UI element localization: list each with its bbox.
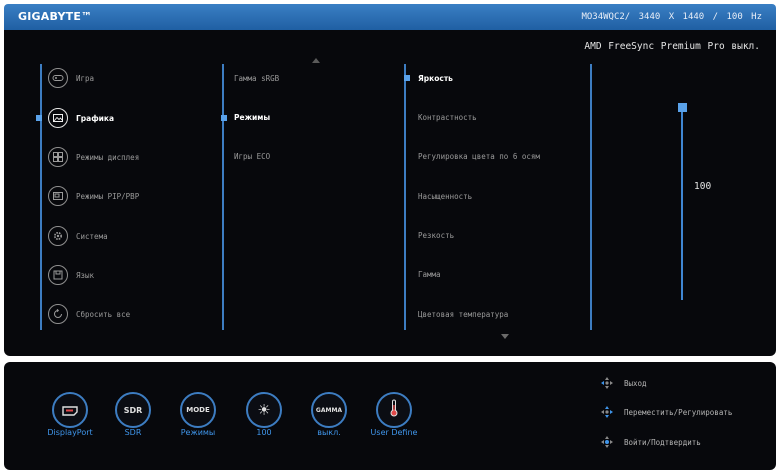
menu-item-label: Графика — [76, 113, 115, 123]
menu-item-game[interactable]: Игра — [48, 66, 94, 90]
column-divider — [404, 64, 406, 330]
setting-6axis-color[interactable]: Регулировка цвета по 6 осям — [418, 152, 540, 161]
mode-icon: MODE — [186, 406, 210, 414]
selection-marker — [404, 75, 410, 81]
picture-icon — [48, 108, 68, 128]
brightness-button[interactable]: ☀ — [246, 392, 282, 428]
menu-item-label: Сбросить все — [76, 309, 131, 319]
menu-item-language[interactable]: Язык — [48, 263, 94, 287]
displayport-button[interactable] — [52, 392, 88, 428]
mode-button[interactable]: MODE — [180, 392, 216, 428]
column-divider — [40, 64, 42, 330]
display-mode-icon — [48, 147, 68, 167]
joystick-left-icon — [601, 377, 613, 389]
gamepad-icon — [48, 68, 68, 88]
floppy-icon — [48, 265, 68, 285]
menu-item-label: Система — [76, 231, 108, 241]
color-temp-button[interactable] — [376, 392, 412, 428]
menu-item-label: Игра — [76, 73, 95, 83]
joystick-move-icon — [601, 406, 613, 418]
selection-marker — [36, 115, 42, 121]
hint-move-adjust: Переместить/Регулировать — [600, 405, 732, 419]
setting-sharpness[interactable]: Резкость — [418, 231, 454, 240]
hint-enter-confirm: Войти/Подтвердить — [600, 435, 701, 449]
sdr-icon: SDR — [123, 405, 143, 415]
submenu-item-srgb[interactable]: Гамма sRGB — [234, 74, 279, 83]
menu-item-display-mode[interactable]: Режимы дисплея — [48, 145, 139, 169]
gamma-icon: GAMMA — [315, 406, 343, 414]
hint-label: Переместить/Регулировать — [624, 407, 733, 417]
brightness-slider-track[interactable] — [681, 112, 683, 300]
displayport-icon — [62, 401, 78, 420]
brightness-slider-handle[interactable] — [678, 103, 687, 112]
color-temp-quick-label: User Define — [370, 428, 418, 437]
gear-icon — [48, 226, 68, 246]
brightness-value: 100 — [694, 181, 712, 192]
menu-item-label: Язык — [76, 270, 95, 280]
setting-color-temperature[interactable]: Цветовая температура — [418, 310, 508, 319]
model-info: MO34WQC2/ 3440 X 1440 / 100 Hz — [581, 12, 762, 22]
column-divider — [590, 64, 592, 330]
hint-label: Войти/Подтвердить — [624, 437, 701, 447]
menu-item-label: Режимы PIP/PBP — [76, 191, 140, 201]
setting-gamma[interactable]: Гамма — [418, 270, 441, 279]
joystick-press-icon — [601, 436, 613, 448]
submenu-item-modes[interactable]: Режимы — [234, 113, 270, 122]
menu-item-pip-pbp[interactable]: Режимы PIP/PBP — [48, 184, 139, 208]
freesync-status: AMD FreeSync Premium Pro выкл. — [584, 41, 760, 52]
setting-contrast[interactable]: Контрастность — [418, 113, 477, 122]
gamma-button[interactable]: GAMMA — [311, 392, 347, 428]
hint-label: Выход — [624, 378, 647, 388]
scroll-up-arrow[interactable] — [312, 58, 320, 63]
reset-icon — [48, 304, 68, 324]
menu-item-system[interactable]: Система — [48, 224, 108, 248]
submenu-item-eco[interactable]: Игры ECO — [234, 152, 270, 161]
scroll-down-arrow[interactable] — [501, 334, 509, 339]
hint-exit: Выход — [600, 376, 647, 390]
brand-logo: GIGABYTE™ — [18, 10, 93, 23]
pip-icon — [48, 186, 68, 206]
sdr-button[interactable]: SDR — [115, 392, 151, 428]
menu-item-picture[interactable]: Графика — [48, 106, 114, 130]
selection-marker — [221, 115, 227, 121]
column-divider — [222, 64, 224, 330]
title-bar: GIGABYTE™ MO34WQC2/ 3440 X 1440 / 100 Hz — [4, 4, 776, 30]
brightness-icon: ☀ — [257, 401, 271, 419]
setting-brightness[interactable]: Яркость — [418, 74, 453, 83]
setting-saturation[interactable]: Насыщенность — [418, 192, 472, 201]
thermometer-icon — [389, 399, 399, 421]
menu-item-reset-all[interactable]: Сбросить все — [48, 302, 130, 326]
menu-item-label: Режимы дисплея — [76, 152, 140, 162]
